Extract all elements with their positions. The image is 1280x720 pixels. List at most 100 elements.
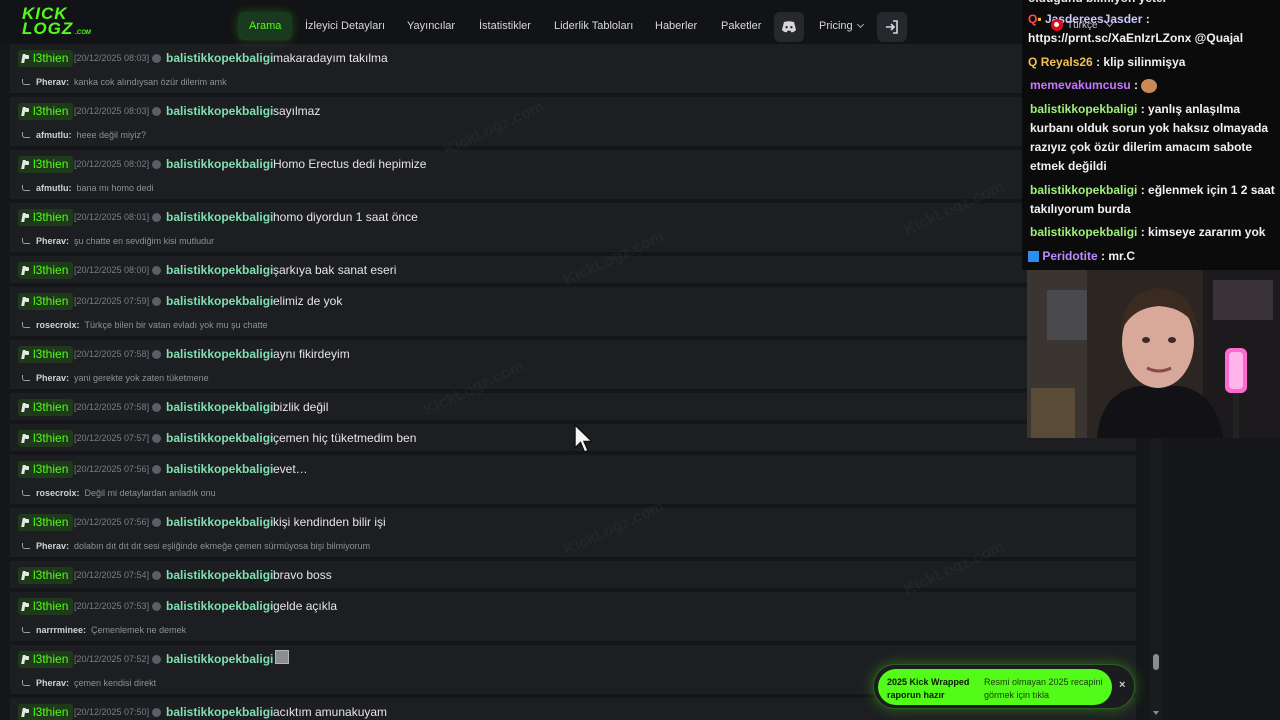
channel-badge[interactable]: l3thien [18, 156, 74, 173]
chat-username: Peridotite [1042, 249, 1098, 263]
username-link[interactable]: balistikkopekbaligi [166, 263, 273, 277]
kick-k-icon [21, 212, 30, 223]
reply-reference: narrrminee: Çemenlemek ne demek [22, 622, 186, 638]
username-link[interactable]: balistikkopekbaligi [166, 294, 273, 308]
message-row: l3thien [20/12/2025 07:58] balistikkopekba… [10, 340, 1136, 391]
scroll-thumb[interactable] [1153, 654, 1159, 670]
message-text: bravo boss [273, 568, 332, 582]
reply-arrow-icon [22, 374, 31, 382]
kick-wrapped-toast[interactable]: 2025 Kick Wrapped raporun hazır Resmi ol… [873, 664, 1135, 709]
nav-liderlik-tablolari[interactable]: Liderlik Tabloları [554, 12, 633, 40]
username-link[interactable]: balistikkopekbaligi [166, 51, 273, 65]
message-text: elimiz de yok [273, 294, 343, 308]
nav-istatistikler[interactable]: İstatistikler [479, 12, 531, 40]
discord-button[interactable] [774, 12, 804, 42]
channel-badge[interactable]: l3thien [18, 293, 74, 310]
timestamp: [20/12/2025 07:56] [74, 464, 150, 474]
mouse-cursor-icon [573, 423, 595, 459]
message-row: l3thien [20/12/2025 07:53] balistikkopekba… [10, 592, 1136, 643]
logo-bottom-text: LOGZ [22, 19, 74, 38]
username-link[interactable]: balistikkopekbaligi [166, 705, 273, 719]
reply-text: bana mı homo dedi [76, 183, 154, 193]
reply-text: Türkçe bilen bir vatan evladı yok mu şu … [84, 320, 268, 330]
channel-badge[interactable]: l3thien [18, 567, 74, 584]
username-link[interactable]: balistikkopekbaligi [166, 431, 273, 445]
username-link[interactable]: balistikkopekbaligi [166, 568, 273, 582]
language-selector[interactable]: Türkçe [1051, 19, 1113, 31]
emote-icon [1141, 78, 1158, 93]
timestamp: [20/12/2025 07:53] [74, 601, 150, 611]
message-text: kişi kendinden bilir işi [273, 515, 386, 529]
q-badge-icon: Q [1028, 55, 1038, 69]
chat-text: : [1130, 78, 1139, 92]
channel-badge[interactable]: l3thien [18, 514, 74, 531]
kick-k-icon [21, 159, 30, 170]
channel-name: l3thien [33, 462, 69, 476]
username-link[interactable]: balistikkopekbaligi [166, 347, 273, 361]
username-link[interactable]: balistikkopekbaligi [166, 210, 273, 224]
toast-body: Resmi olmayan 2025 recapini görmek için … [984, 677, 1103, 700]
message-text: gelde açıkla [273, 599, 338, 613]
kick-k-icon [21, 517, 30, 528]
channel-badge[interactable]: l3thien [18, 399, 74, 416]
nav-izleyici-detaylari[interactable]: İzleyici Detayları [305, 12, 385, 40]
message-text: aynı fikirdeyim [273, 347, 350, 361]
reply-text: şu chatte en sevdiğim kisi mutludur [74, 236, 215, 246]
channel-name: l3thien [33, 431, 69, 445]
channel-badge[interactable]: l3thien [18, 346, 74, 363]
nav-paketler[interactable]: Paketler [721, 12, 761, 40]
message-text: homo diyordun 1 saat önce [273, 210, 418, 224]
reply-arrow-icon [22, 626, 31, 634]
nav-yayincilar[interactable]: Yayıncılar [407, 12, 455, 40]
timestamp: [20/12/2025 07:57] [74, 433, 150, 443]
timestamp: [20/12/2025 07:59] [74, 296, 150, 306]
reply-username: narrrminee: [36, 625, 87, 635]
nav-haberler[interactable]: Haberler [655, 12, 697, 40]
channel-badge[interactable]: l3thien [18, 209, 74, 226]
chat-username: balistikkopekbaligi [1030, 102, 1138, 116]
kick-k-icon [21, 265, 30, 276]
username-link[interactable]: balistikkopekbaligi [166, 104, 273, 118]
username-link[interactable]: balistikkopekbaligi [166, 157, 273, 171]
channel-badge[interactable]: l3thien [18, 461, 74, 478]
message-row: l3thien [20/12/2025 08:00] balistikkopekba… [10, 256, 1136, 285]
channel-name: l3thien [33, 104, 69, 118]
user-avatar-dot [152, 297, 161, 306]
channel-badge[interactable]: l3thien [18, 50, 74, 67]
username-link[interactable]: balistikkopekbaligi [166, 599, 273, 613]
channel-name: l3thien [33, 51, 69, 65]
nav-arama[interactable]: Arama [238, 12, 293, 40]
channel-name: l3thien [33, 515, 69, 529]
channel-name: l3thien [33, 705, 69, 719]
username-link[interactable]: balistikkopekbaligi [166, 462, 273, 476]
message-text: bizlik değil [273, 400, 329, 414]
message-row: l3thien [20/12/2025 08:03] balistikkopekba… [10, 97, 1136, 148]
timestamp: [20/12/2025 08:01] [74, 212, 150, 222]
scroll-down-arrow-icon[interactable] [1153, 711, 1159, 715]
streamer-webcam-image [1027, 270, 1280, 438]
channel-badge[interactable]: l3thien [18, 103, 74, 120]
reply-username: Pherav: [36, 541, 70, 551]
login-button[interactable] [877, 12, 907, 42]
reply-reference: Pherav: kanka cok alındıysan özür dilerim… [22, 74, 227, 90]
channel-badge[interactable]: l3thien [18, 262, 74, 279]
user-avatar-dot [152, 160, 161, 169]
nav-pricing[interactable]: Pricing [819, 12, 864, 40]
kicklogz-logo[interactable]: KICK LOGZ .COM [22, 5, 92, 40]
channel-badge[interactable]: l3thien [18, 651, 74, 668]
channel-name: l3thien [33, 157, 69, 171]
reply-arrow-icon [22, 131, 31, 139]
message-row: l3thien [20/12/2025 07:59] balistikkopekba… [10, 287, 1136, 338]
kick-k-icon [21, 402, 30, 413]
username-link[interactable]: balistikkopekbaligi [166, 515, 273, 529]
channel-badge[interactable]: l3thien [18, 430, 74, 447]
message-log-pane: l3thien [20/12/2025 08:03] balistikkopekba… [0, 0, 1150, 720]
channel-badge[interactable]: l3thien [18, 598, 74, 615]
username-link[interactable]: balistikkopekbaligi [166, 652, 273, 666]
channel-badge[interactable]: l3thien [18, 704, 74, 720]
username-link[interactable]: balistikkopekbaligi [166, 400, 273, 414]
user-avatar-dot [152, 403, 161, 412]
toast-close-button[interactable]: × [1119, 679, 1125, 691]
user-avatar-dot [152, 571, 161, 580]
toast-pill[interactable]: 2025 Kick Wrapped raporun hazır Resmi ol… [878, 669, 1112, 705]
